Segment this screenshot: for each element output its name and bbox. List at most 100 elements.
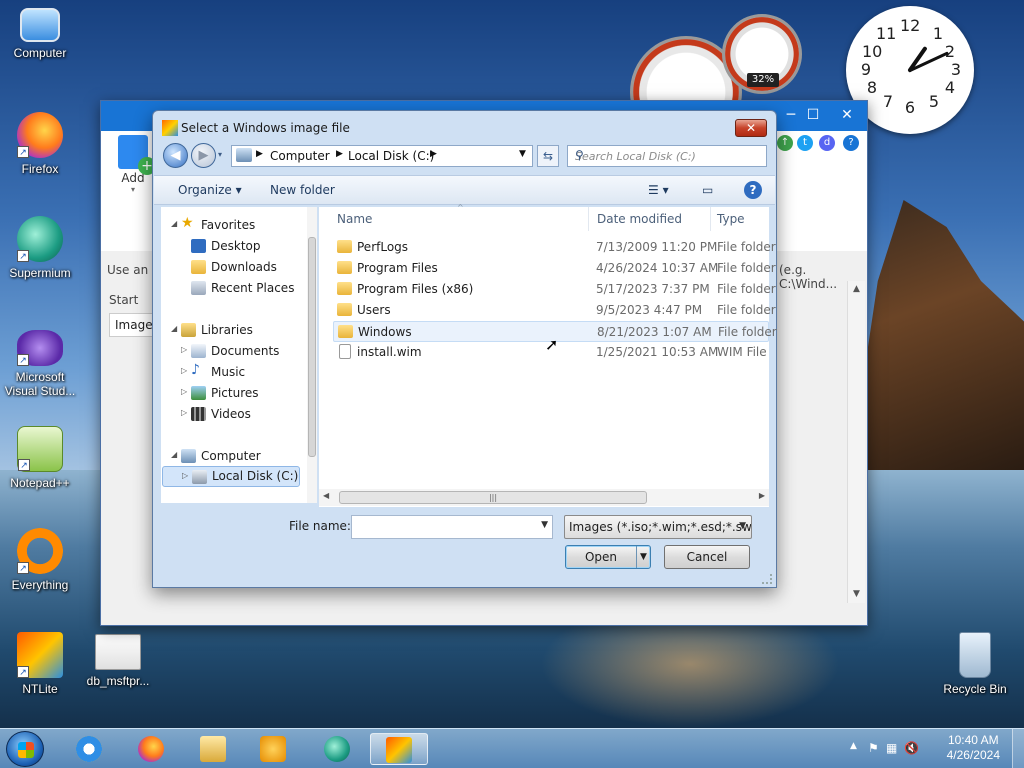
scroll-thumb[interactable]	[308, 237, 316, 457]
file-row-perflogs[interactable]: PerfLogs 7/13/2009 11:20 PM File folder	[333, 237, 776, 258]
app-image-panel[interactable]: Image	[109, 313, 155, 337]
media-player-icon	[260, 736, 286, 762]
taskbar-internet-explorer[interactable]	[62, 733, 116, 765]
taskbar-explorer[interactable]	[186, 733, 240, 765]
desktop-icon-everything[interactable]: ↗ Everything	[0, 528, 80, 592]
maximize-icon[interactable]: ☐	[803, 107, 823, 123]
desktop-icon-db-msftpr[interactable]: db_msftpr...	[78, 634, 158, 688]
twitter-icon[interactable]: t	[797, 135, 813, 151]
file-row-users[interactable]: Users 9/5/2023 4:47 PM File folder	[333, 300, 776, 321]
collapse-arrow-icon[interactable]: ◢	[171, 219, 177, 228]
scroll-left-icon[interactable]: ◀	[323, 491, 329, 500]
app-vertical-scrollbar[interactable]: ▲ ▼	[847, 281, 865, 603]
breadcrumb-local-disk[interactable]: Local Disk (C:)	[348, 149, 434, 163]
expand-arrow-icon[interactable]: ▷	[181, 408, 187, 417]
scroll-down-icon[interactable]: ▼	[848, 586, 865, 603]
nav-documents[interactable]: ▷ Documents	[161, 341, 307, 362]
show-desktop-button[interactable]	[1012, 729, 1024, 768]
network-icon[interactable]: ▦	[886, 741, 897, 755]
collapse-arrow-icon[interactable]: ◢	[171, 450, 177, 459]
everything-icon: ↗	[17, 528, 63, 574]
nav-libraries[interactable]: ◢ Libraries	[161, 320, 307, 341]
nav-music[interactable]: ▷ ♪ Music	[161, 362, 307, 383]
desktop-icon-supermium[interactable]: ↗ Supermium	[0, 216, 80, 280]
taskbar-ntlite[interactable]	[370, 733, 428, 765]
upload-icon[interactable]: ↑	[777, 135, 793, 151]
clock-numeral: 12	[900, 16, 921, 35]
expand-arrow-icon[interactable]: ▷	[181, 387, 187, 396]
breadcrumb-computer[interactable]: Computer	[270, 149, 330, 163]
clock-numeral: 5	[928, 92, 940, 111]
refresh-button[interactable]: ⇆	[537, 145, 559, 167]
view-options-icon[interactable]: ☰ ▾	[648, 183, 669, 197]
new-folder-button[interactable]: New folder	[270, 183, 335, 197]
libraries-icon	[181, 323, 196, 337]
desktop-icon-visual-studio[interactable]: ↗ Microsoft Visual Stud...	[0, 330, 80, 398]
nav-desktop[interactable]: Desktop	[161, 236, 307, 257]
file-name-dropdown-icon[interactable]: ▼	[541, 520, 548, 530]
desktop-icon-firefox[interactable]: ↗ Firefox	[0, 112, 80, 176]
collapse-arrow-icon[interactable]: ◢	[171, 324, 177, 333]
file-list-horizontal-scrollbar[interactable]: ◀ ||| ▶	[319, 489, 769, 506]
search-box[interactable]: Search Local Disk (C:) ⚲	[567, 145, 767, 167]
open-button[interactable]: Open ▼	[565, 545, 651, 569]
file-row-program-files[interactable]: Program Files 4/26/2024 10:37 AM File fo…	[333, 258, 776, 279]
desktop-icon-recycle-bin[interactable]: Recycle Bin	[935, 632, 1015, 696]
cpu-meter-gadget-small: 32%	[722, 14, 802, 94]
file-row-program-files-x86[interactable]: Program Files (x86) 5/17/2023 7:37 PM Fi…	[333, 279, 776, 300]
desktop-icon-ntlite[interactable]: ↗ NTLite	[0, 632, 80, 696]
scroll-thumb[interactable]: |||	[339, 491, 647, 504]
scroll-right-icon[interactable]: ▶	[759, 491, 765, 500]
dialog-close-button[interactable]: ✕	[735, 119, 767, 137]
shortcut-arrow-icon: ↗	[17, 250, 29, 262]
expand-arrow-icon[interactable]: ▷	[181, 345, 187, 354]
expand-arrow-icon[interactable]: ▷	[182, 471, 188, 480]
nav-favorites[interactable]: ◢ ★ Favorites	[161, 215, 307, 236]
wallpaper-rock	[852, 200, 1024, 470]
nav-pictures[interactable]: ▷ Pictures	[161, 383, 307, 404]
organize-button[interactable]: Organize ▾	[178, 183, 242, 197]
desktop-icon-notepadpp[interactable]: ↗ Notepad++	[0, 426, 80, 490]
file-name-input[interactable]: ▼	[351, 515, 553, 539]
taskbar-supermium[interactable]	[310, 733, 364, 765]
column-header-type[interactable]: Type	[713, 207, 769, 231]
action-center-flag-icon[interactable]: ⚑	[868, 741, 879, 755]
back-button[interactable]: ◀	[163, 143, 188, 168]
scroll-up-icon[interactable]: ▲	[848, 281, 865, 298]
forward-button[interactable]: ▶	[191, 143, 216, 168]
taskbar-clock[interactable]: 10:40 AM 4/26/2024	[947, 733, 1000, 763]
close-icon[interactable]: ✕	[837, 107, 857, 123]
volume-muted-icon[interactable]: 🔇	[904, 741, 919, 755]
help-icon[interactable]: ?	[744, 181, 762, 199]
expand-arrow-icon[interactable]: ▷	[181, 366, 187, 375]
documents-icon	[191, 344, 206, 358]
nav-downloads[interactable]: Downloads	[161, 257, 307, 278]
nav-videos[interactable]: ▷ Videos	[161, 404, 307, 425]
desktop-icon-computer[interactable]: Computer	[0, 8, 80, 60]
nav-local-disk-c[interactable]: ▷ Local Disk (C:)	[162, 466, 300, 487]
resize-grip-icon[interactable]	[762, 574, 772, 584]
address-bar[interactable]: ▶ Computer ▶ Local Disk (C:) ▶ ▼	[231, 145, 533, 167]
open-split-dropdown-icon[interactable]: ▼	[636, 546, 650, 568]
discord-icon[interactable]: d	[819, 135, 835, 151]
music-icon: ♪	[191, 362, 200, 378]
column-header-date-modified[interactable]: Date modified	[593, 207, 711, 231]
help-icon[interactable]: ?	[843, 135, 859, 151]
nav-pane-scrollbar[interactable]	[307, 207, 317, 503]
taskbar-media-player[interactable]	[246, 733, 300, 765]
ntlite-logo-icon	[162, 120, 178, 136]
nav-computer[interactable]: ◢ Computer	[161, 446, 307, 467]
desktop-icon	[191, 239, 206, 253]
preview-pane-icon[interactable]: ▭	[702, 183, 713, 197]
address-dropdown-icon[interactable]: ▼	[519, 149, 526, 159]
cancel-button[interactable]: Cancel	[664, 545, 750, 569]
add-button[interactable]: + Add ▾	[111, 135, 156, 194]
firefox-icon: ↗	[17, 112, 63, 158]
recent-locations-chevron-icon[interactable]: ▾	[218, 150, 222, 159]
taskbar-firefox[interactable]	[124, 733, 178, 765]
start-button[interactable]	[6, 731, 44, 767]
file-type-filter-select[interactable]: Images (*.iso;*.wim;*.esd;*.swm ▼	[564, 515, 752, 539]
show-hidden-icons-icon[interactable]: ▲	[850, 741, 857, 751]
nav-recent-places[interactable]: Recent Places	[161, 278, 307, 299]
minimize-icon[interactable]: ─	[781, 107, 801, 123]
